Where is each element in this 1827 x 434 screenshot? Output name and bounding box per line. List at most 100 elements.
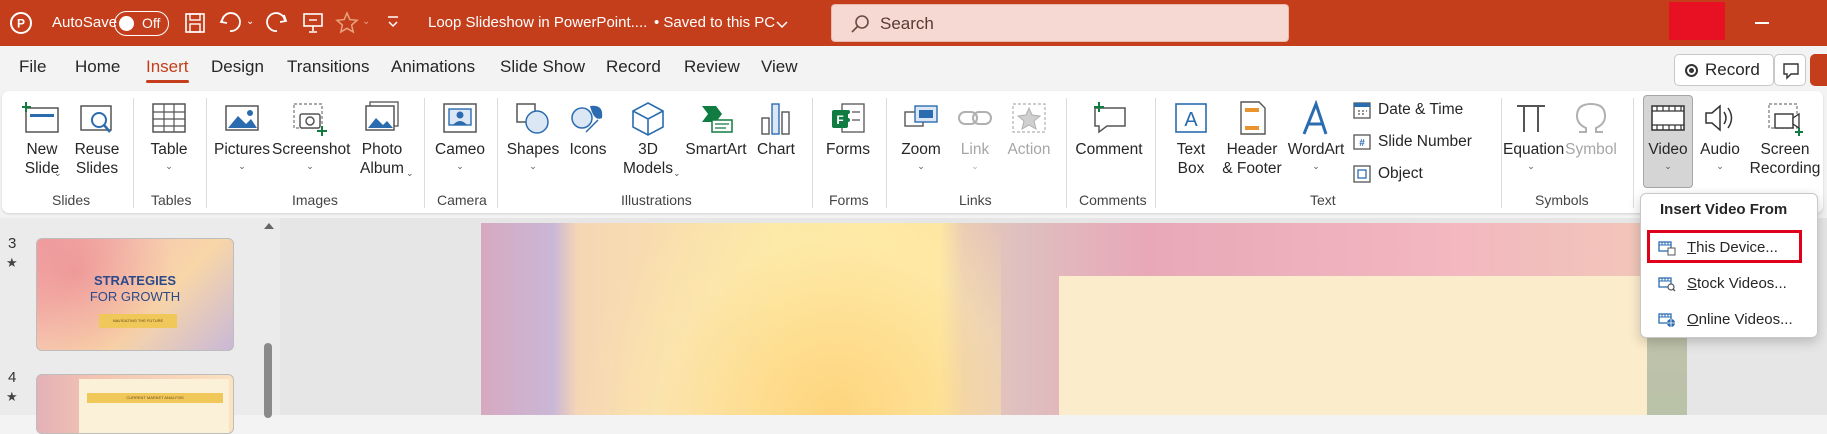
customize-star-icon[interactable] [335, 11, 359, 40]
slide-thumbnail-panel[interactable]: 3 ★ STRATEGIES FOR GROWTH NAVIGATING THE… [0, 218, 280, 434]
tab-review[interactable]: Review [684, 46, 740, 88]
title-dropdown-icon[interactable] [776, 17, 788, 35]
cameo-button[interactable]: Cameo ⌄ [432, 100, 488, 173]
text-box-button[interactable]: A Text Box [1163, 100, 1219, 178]
group-separator [497, 98, 498, 208]
comments-button[interactable] [1774, 54, 1806, 86]
wordart-icon [1302, 100, 1328, 135]
equation-button[interactable]: Equation ⌄ [1503, 100, 1564, 173]
qat-overflow-icon[interactable] [386, 13, 400, 36]
action-icon [1012, 103, 1046, 133]
zoom-button[interactable]: Zoom ⌄ [894, 100, 948, 173]
photo-album-button[interactable]: Photo Album ⌄ [352, 100, 414, 180]
object-button[interactable]: Object [1352, 164, 1492, 184]
tab-view[interactable]: View [761, 46, 798, 88]
slide-thumbnail-3[interactable]: STRATEGIES FOR GROWTH NAVIGATING THE FUT… [36, 238, 234, 351]
reuse-slides-button[interactable]: Reuse Slides [74, 100, 120, 178]
tab-slide-show[interactable]: Slide Show [500, 46, 585, 88]
wordart-dropdown-icon[interactable]: ⌄ [1285, 159, 1347, 173]
slide-number-label: 4 [8, 369, 17, 386]
cameo-icon [443, 103, 477, 133]
pictures-dropdown-icon[interactable]: ⌄ [214, 159, 270, 173]
minimize-icon[interactable] [1755, 22, 1769, 24]
symbol-button[interactable]: Symbol [1563, 100, 1619, 159]
photo-album-dropdown-icon[interactable]: ⌄ [406, 166, 414, 180]
new-slide-dropdown-icon[interactable]: ⌄ [54, 166, 62, 180]
slide-number-label: 3 [8, 235, 17, 252]
chart-button[interactable]: Chart [751, 100, 801, 159]
online-videos-label: nline Videos... [1698, 311, 1793, 328]
shapes-button[interactable]: Shapes ⌄ [505, 100, 561, 173]
shapes-dropdown-icon[interactable]: ⌄ [505, 159, 561, 173]
undo-icon[interactable] [218, 11, 244, 40]
save-icon[interactable] [184, 12, 206, 39]
document-title[interactable]: Loop Slideshow in PowerPoint.... [428, 0, 647, 46]
tab-home[interactable]: Home [75, 46, 120, 88]
zoom-dropdown-icon[interactable]: ⌄ [894, 159, 948, 173]
text-box-icon: A [1175, 103, 1207, 133]
comment-button[interactable]: Comment [1074, 100, 1144, 159]
action-button[interactable]: Action [1002, 100, 1056, 159]
group-separator [424, 98, 425, 208]
tab-record[interactable]: Record [606, 46, 661, 88]
group-separator [206, 98, 207, 208]
audio-button[interactable]: Audio ⌄ [1695, 100, 1745, 173]
autosave-toggle[interactable]: Off [114, 11, 169, 36]
smartart-button[interactable]: SmartArt [683, 100, 749, 159]
svg-text:P: P [17, 17, 25, 31]
screen-recording-button[interactable]: Screen Recording [1749, 100, 1821, 178]
powerpoint-logo-icon: P [9, 11, 33, 40]
link-button[interactable]: Link ⌄ [950, 100, 1000, 173]
slide-number-button[interactable]: # Slide Number [1352, 132, 1492, 152]
tab-file[interactable]: File [19, 46, 46, 88]
present-icon[interactable] [301, 11, 325, 40]
omega-icon [1575, 102, 1607, 133]
account-avatar[interactable] [1669, 2, 1725, 40]
star-dropdown-icon[interactable]: ⌄ [362, 16, 370, 27]
thumbnail-scrollbar[interactable] [258, 218, 280, 418]
pictures-button[interactable]: Pictures ⌄ [214, 100, 270, 173]
menu-item-online-videos[interactable]: Online Videos... [1649, 305, 1811, 335]
scroll-up-icon[interactable] [263, 218, 275, 236]
3d-models-button[interactable]: 3D Models ⌄ [615, 100, 681, 178]
slide-thumbnail-4[interactable]: CURRENT MARKET ANALYSIS [36, 374, 234, 434]
equation-dropdown-icon[interactable]: ⌄ [1503, 159, 1559, 173]
tab-transitions[interactable]: Transitions [287, 46, 370, 88]
slide4-subtitle: CURRENT MARKET ANALYSIS [87, 393, 223, 403]
slide-canvas[interactable] [481, 223, 1687, 415]
group-separator [812, 98, 813, 208]
date-time-button[interactable]: Date & Time [1352, 100, 1492, 120]
table-button[interactable]: Table ⌄ [141, 100, 197, 173]
screenshot-button[interactable]: Screenshot ⌄ [272, 100, 350, 173]
redo-icon[interactable] [264, 11, 290, 40]
group-separator [133, 98, 134, 208]
record-button[interactable]: Record [1674, 54, 1774, 86]
video-dropdown-icon[interactable]: ⌄ [1643, 159, 1693, 173]
save-status[interactable]: • Saved to this PC [654, 0, 775, 46]
screenshot-dropdown-icon[interactable]: ⌄ [272, 159, 348, 173]
wordart-button[interactable]: WordArt ⌄ [1285, 100, 1347, 173]
header-footer-button[interactable]: Header & Footer [1221, 100, 1283, 178]
forms-button[interactable]: F Forms [820, 100, 876, 159]
stock-videos-accesskey: S [1687, 275, 1698, 292]
tab-design[interactable]: Design [211, 46, 264, 88]
photo-album-icon [365, 101, 399, 131]
equation-icon [1517, 105, 1545, 132]
share-button[interactable] [1810, 54, 1827, 86]
undo-dropdown-icon[interactable]: ⌄ [246, 16, 254, 27]
icons-button[interactable]: Icons [563, 100, 613, 159]
tab-animations[interactable]: Animations [391, 46, 475, 88]
pictures-icon [225, 105, 259, 131]
table-dropdown-icon[interactable]: ⌄ [141, 159, 197, 173]
audio-dropdown-icon[interactable]: ⌄ [1695, 159, 1745, 173]
scrollbar-thumb[interactable] [264, 343, 272, 418]
tab-insert[interactable]: Insert [146, 46, 189, 88]
link-dropdown-icon[interactable]: ⌄ [950, 159, 1000, 173]
3d-models-dropdown-icon[interactable]: ⌄ [673, 166, 681, 180]
search-box[interactable]: Search [831, 4, 1289, 42]
menu-item-stock-videos[interactable]: Stock Videos... [1649, 269, 1811, 299]
new-slide-button[interactable]: New Slide ⌄ [14, 100, 70, 178]
video-button[interactable]: Video ⌄ [1643, 100, 1693, 173]
cameo-dropdown-icon[interactable]: ⌄ [432, 159, 488, 173]
insert-video-menu: Insert Video From This Device... Stock V… [1640, 193, 1818, 338]
